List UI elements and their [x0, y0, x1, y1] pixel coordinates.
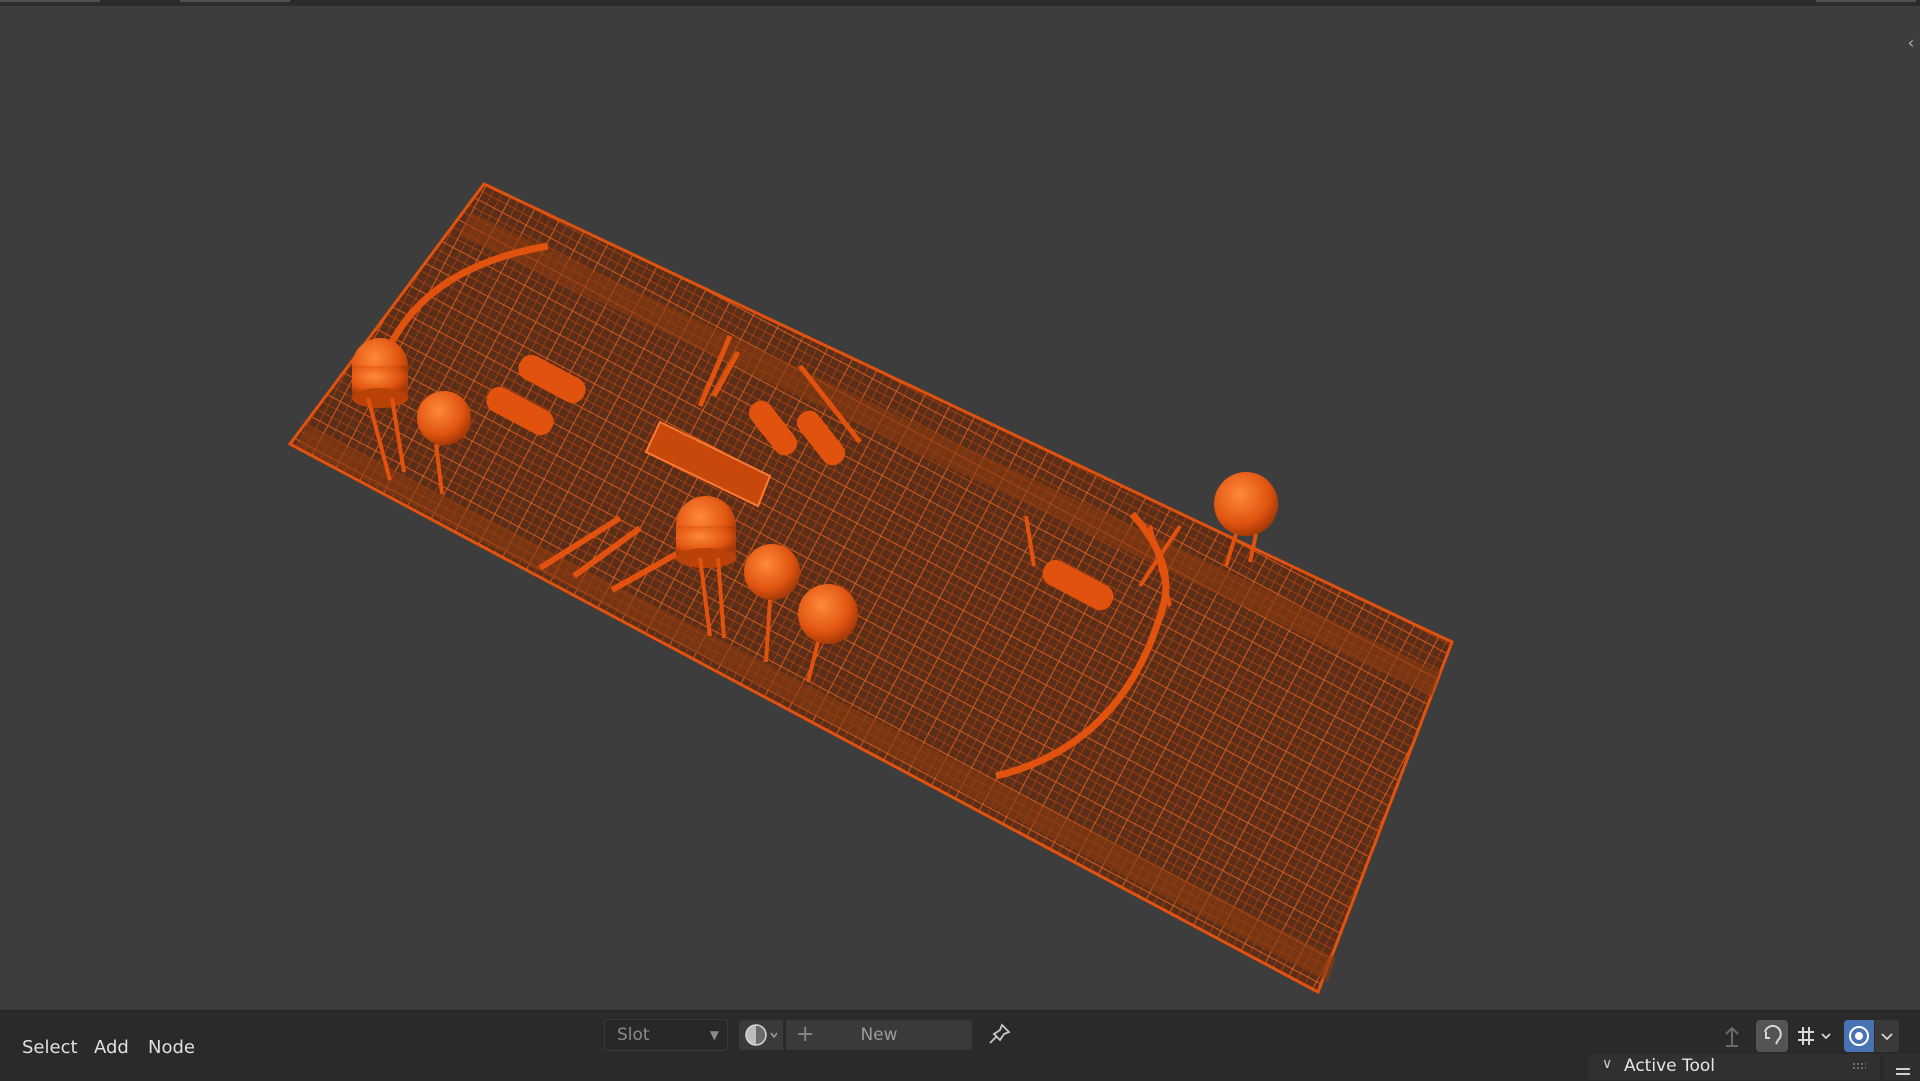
overlays-dropdown[interactable]	[1875, 1020, 1899, 1052]
new-material-label: New	[860, 1025, 898, 1045]
chevron-down-icon: ∨	[1602, 1056, 1613, 1072]
menu-node[interactable]: Node	[148, 1035, 195, 1061]
panel-menu-icon[interactable]	[1884, 1054, 1920, 1080]
top-tab-segment	[180, 0, 290, 2]
slot-dropdown[interactable]: Slot ▼	[604, 1019, 728, 1051]
top-tab-segment	[0, 0, 100, 2]
pin-icon[interactable]	[984, 1019, 1014, 1051]
overlays-icon[interactable]	[1844, 1020, 1874, 1052]
material-sphere-icon	[745, 1024, 778, 1046]
chevron-left-icon[interactable]: ‹	[1904, 32, 1918, 54]
snap-element-dropdown[interactable]	[1792, 1020, 1838, 1052]
chevron-down-icon: ▼	[709, 1028, 719, 1042]
drag-handle-icon[interactable]	[1852, 1062, 1866, 1070]
panel-title: Active Tool	[1624, 1056, 1716, 1076]
node-editor-viewport[interactable]: ‹	[0, 6, 1920, 1010]
breadboard-wireframe-preview	[287, 182, 1454, 995]
breadboard-grid-major	[290, 184, 1452, 992]
menu-select[interactable]: Select	[22, 1035, 78, 1061]
top-tab-segment	[1816, 0, 1916, 2]
new-material-button[interactable]: + New	[785, 1019, 973, 1051]
slot-value: Slot	[617, 1025, 650, 1045]
snap-toggle-icon[interactable]	[1756, 1020, 1788, 1052]
material-browse-button[interactable]	[738, 1019, 784, 1051]
active-tool-panel[interactable]: ∨ Active Tool	[1588, 1054, 1880, 1080]
parent-node-tree-icon[interactable]	[1716, 1020, 1748, 1052]
menu-add[interactable]: Add	[94, 1035, 129, 1061]
